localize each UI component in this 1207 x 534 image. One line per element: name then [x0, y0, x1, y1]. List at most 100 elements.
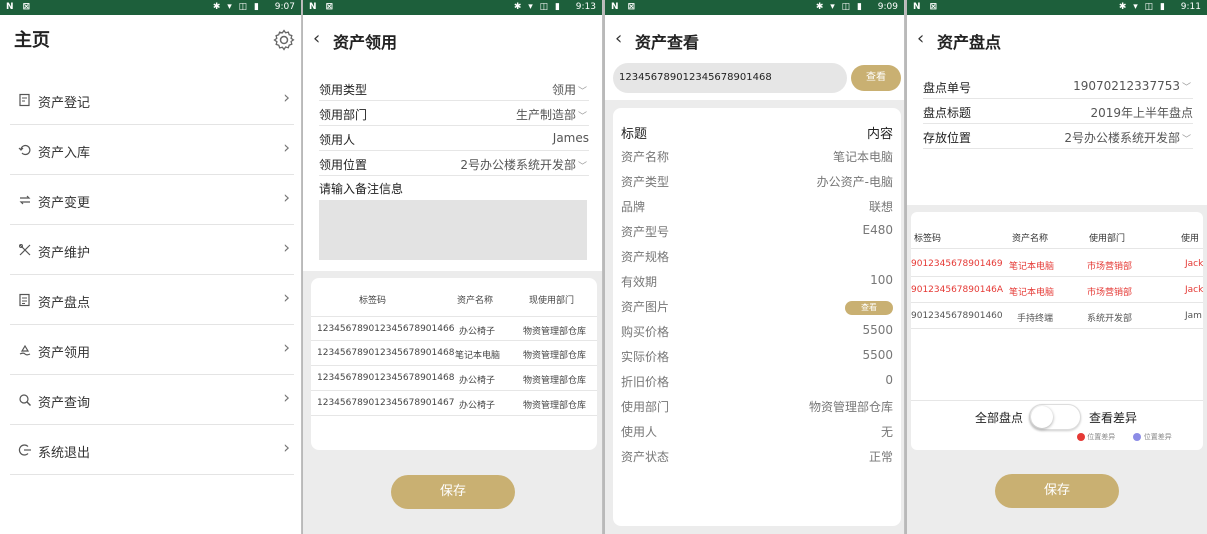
field-label: 领用位置 — [319, 158, 368, 172]
table-cell: 笔记本电脑 — [455, 351, 501, 361]
menu-item-logout[interactable]: 系统退出 › — [10, 425, 294, 475]
field-inventory-title[interactable]: 盘点标题 2019年上半年盘点 — [923, 100, 1193, 124]
chevron-down-icon: ﹀ — [577, 87, 587, 97]
detail-label: 资产型号 — [621, 225, 670, 239]
detail-value: E480 — [862, 223, 894, 237]
detail-label: 资产图片 — [621, 300, 670, 314]
chevron-right-icon: › — [283, 138, 290, 158]
back-icon[interactable]: ‹ — [313, 28, 320, 49]
remark-input[interactable] — [319, 200, 587, 260]
field-label: 领用类型 — [319, 83, 368, 97]
page-title: 主页 — [14, 30, 50, 51]
table-cell: 123456789012345678901466 — [317, 324, 455, 334]
table-row[interactable]: 123456789012345678901466 办公椅子 物资管理部仓库 — [311, 316, 597, 341]
detail-row: 实际价格 5500 — [621, 343, 893, 368]
table-row[interactable]: 123456789012345678901468 办公椅子 物资管理部仓库 — [311, 366, 597, 391]
form-card: 领用类型 领用 ﹀ 领用部门 生产制造部 ﹀ 领用人 James 领用位置 2号办公… — [303, 65, 602, 271]
view-image-button[interactable]: 查看 — [845, 301, 893, 315]
menu-item-register[interactable]: 资产登记 › — [10, 75, 294, 125]
detail-value: 物资管理部仓库 — [808, 400, 893, 414]
menu-item-label: 资产入库 — [38, 146, 91, 161]
menu-item-inbound[interactable]: 资产入库 › — [10, 125, 294, 175]
menu-item-label: 系统退出 — [38, 446, 91, 461]
save-button[interactable]: 保存 — [391, 475, 515, 509]
field-value-wrap: 生产制造部 ﹀ — [516, 106, 587, 123]
table-cell: Jam — [1185, 311, 1202, 321]
menu-item-label: 资产领用 — [38, 346, 91, 361]
table-row[interactable]: 123456789012345678901467 办公椅子 物资管理部仓库 — [311, 391, 597, 416]
detail-row: 资产图片 查看 — [621, 293, 893, 318]
notification-icons: N ⊠ — [6, 2, 34, 12]
detail-row: 有效期 100 — [621, 268, 893, 293]
back-icon[interactable]: ‹ — [917, 28, 924, 49]
search-input[interactable]: 123456789012345678901468 — [613, 63, 847, 93]
status-bar: N ⊠ ✱ ▾ ◫ ▮ 9:07 — [0, 0, 301, 15]
inventory-all-toggle[interactable] — [1029, 404, 1081, 430]
table-cell: 123456789012345678901467 — [317, 398, 455, 408]
column-header: 使用 — [1181, 234, 1200, 244]
menu-item-inventory[interactable]: 资产盘点 › — [10, 275, 294, 325]
inventory-icon — [19, 293, 30, 307]
detail-value: 100 — [870, 273, 893, 287]
detail-row: 资产名称 笔记本电脑 — [621, 143, 893, 168]
status-bar: N ⊠ ✱ ▾ ◫ ▮ 9:09 — [605, 0, 904, 15]
view-diff-link[interactable]: 查看差异 — [1089, 409, 1137, 426]
menu-item-label: 资产盘点 — [38, 296, 91, 311]
table-row[interactable]: 123456789012345678901468 笔记本电脑 物资管理部仓库 — [311, 341, 597, 366]
gear-icon[interactable] — [272, 28, 296, 52]
chevron-right-icon: › — [283, 188, 290, 208]
table-row[interactable]: 901234567890146A 笔记本电脑 市场营销部 Jack — [911, 278, 1203, 303]
signal-icons: ✱ ▾ ◫ ▮ — [513, 2, 562, 12]
view-button[interactable]: 查看 — [851, 65, 901, 91]
detail-row: 购买价格 5500 — [621, 318, 893, 343]
menu-item-requisition[interactable]: 资产领用 › — [10, 325, 294, 375]
detail-row: 品牌 联想 — [621, 193, 893, 218]
register-icon — [19, 93, 30, 107]
home-screen: N ⊠ ✱ ▾ ◫ ▮ 9:07 主页 资产登记 › 资产入库 › 资产变更 ›… — [0, 0, 302, 534]
chevron-right-icon: › — [283, 338, 290, 358]
chevron-down-icon: ﹀ — [1181, 135, 1191, 145]
main-menu: 资产登记 › 资产入库 › 资产变更 › 资产维护 › 资产盘点 › 资产领用 … — [10, 75, 294, 475]
logout-icon — [18, 444, 31, 456]
table-cell: 市场营销部 — [1087, 262, 1133, 272]
signal-icons: ✱ ▾ ◫ ▮ — [815, 2, 864, 12]
page-title: 资产领用 — [333, 33, 398, 52]
requisition-icon — [19, 344, 31, 356]
field-person[interactable]: 领用人 James — [319, 127, 589, 151]
menu-item-query[interactable]: 资产查询 › — [10, 375, 294, 425]
page-title: 资产盘点 — [937, 33, 1002, 52]
legend-dot — [1077, 433, 1085, 441]
table-row[interactable]: 9012345678901460 手持终端 系统开发部 Jam — [911, 304, 1203, 329]
detail-label: 资产规格 — [621, 250, 670, 264]
table-cell: 9012345678901469 — [911, 259, 1003, 269]
table-cell: 9012345678901460 — [911, 311, 1003, 321]
table-cell: 123456789012345678901468 — [317, 348, 455, 358]
detail-value: 5500 — [862, 348, 893, 362]
field-value-wrap: 2号办公楼系统开发部 ﹀ — [460, 156, 587, 173]
field-department[interactable]: 领用部门 生产制造部 ﹀ — [319, 102, 589, 126]
field-location[interactable]: 领用位置 2号办公楼系统开发部 ﹀ — [319, 152, 589, 176]
detail-value: 联想 — [868, 200, 893, 214]
detail-label: 折旧价格 — [621, 375, 670, 389]
menu-item-change[interactable]: 资产变更 › — [10, 175, 294, 225]
field-label: 盘点标题 — [923, 106, 972, 120]
menu-item-maintain[interactable]: 资产维护 › — [10, 225, 294, 275]
field-label: 盘点单号 — [923, 81, 972, 95]
status-bar: N ⊠ ✱ ▾ ◫ ▮ 9:13 — [303, 0, 602, 15]
chevron-down-icon: ﹀ — [577, 162, 587, 172]
column-header: 现使用部门 — [529, 296, 575, 306]
field-requisition-type[interactable]: 领用类型 领用 ﹀ — [319, 77, 589, 101]
menu-item-label: 资产登记 — [38, 96, 91, 111]
column-header: 标签码 — [914, 234, 942, 244]
detail-row: 资产类型 办公资产-电脑 — [621, 168, 893, 193]
back-icon[interactable]: ‹ — [615, 28, 622, 49]
save-button[interactable]: 保存 — [995, 474, 1119, 508]
inbound-icon — [18, 145, 31, 156]
status-bar: N ⊠ ✱ ▾ ◫ ▮ 9:11 — [907, 0, 1207, 15]
field-storage-location[interactable]: 存放位置 2号办公楼系统开发部 ﹀ — [923, 125, 1193, 149]
field-order-no[interactable]: 盘点单号 19070212337753 ﹀ — [923, 75, 1193, 99]
requisition-screen: N ⊠ ✱ ▾ ◫ ▮ 9:13 ‹ 资产领用 领用类型 领用 ﹀ 领用部门 生产… — [303, 0, 603, 534]
table-cell: 办公椅子 — [459, 327, 496, 337]
detail-row: 折旧价格 0 — [621, 368, 893, 393]
table-row[interactable]: 9012345678901469 笔记本电脑 市场营销部 Jack — [911, 252, 1203, 277]
